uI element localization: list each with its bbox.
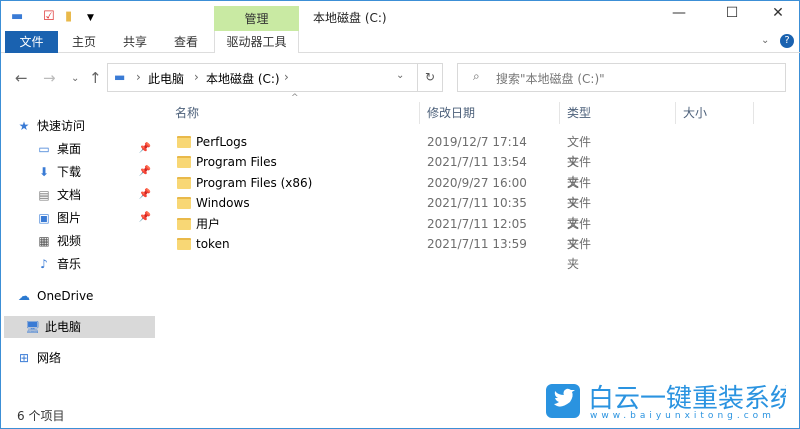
title-bar: ▬ ☑ ▮ ▼ 管理 本地磁盘 (C:) — ☐ ✕	[1, 1, 800, 32]
pin-icon: 📌	[138, 143, 151, 154]
folder-icon	[177, 176, 191, 189]
back-icon[interactable]: ←	[15, 69, 28, 87]
file-row[interactable]: Windows 2021/7/11 10:35 文件夹	[171, 193, 591, 230]
breadcrumb-drive[interactable]: 本地磁盘 (C:)	[206, 70, 280, 87]
collapse-ribbon-icon[interactable]: ⌄	[761, 35, 769, 46]
maximize-button[interactable]: ☐	[717, 5, 747, 21]
file-name: PerfLogs	[196, 135, 248, 149]
forward-icon[interactable]: →	[43, 69, 56, 87]
minimize-button[interactable]: —	[664, 5, 694, 21]
document-icon: ▤	[38, 188, 50, 202]
music-icon: ♪	[40, 257, 48, 271]
sidebar-item-this-pc[interactable]: 🖥 此电脑	[4, 316, 155, 338]
ribbon	[1, 31, 800, 53]
column-header-size[interactable]: 大小	[683, 102, 707, 124]
pin-icon: 📌	[138, 166, 151, 177]
chevron-right-icon: ›	[136, 70, 141, 84]
properties-icon[interactable]: ☑	[43, 9, 55, 24]
up-icon[interactable]: ↑	[89, 69, 102, 87]
column-divider[interactable]	[675, 102, 676, 124]
column-divider[interactable]	[559, 102, 560, 124]
file-name: Program Files (x86)	[196, 175, 313, 190]
tab-view[interactable]: 查看	[174, 31, 198, 53]
folder-icon	[177, 197, 191, 210]
sidebar-item-downloads[interactable]: ⬇ 下载 📌	[37, 161, 155, 183]
chevron-right-icon: ›	[284, 70, 289, 84]
window-title: 本地磁盘 (C:)	[313, 11, 387, 25]
desktop-icon: ▭	[38, 142, 50, 156]
drive-icon: ▬	[114, 70, 126, 84]
navigation-pane: ★ 快速访问 ▭ 桌面 📌 ⬇ 下载 📌 ▤ 文档 📌 ▣ 图片 📌 ▦ 视频 ♪ 音乐 ☁ OneDr…	[1, 101, 158, 406]
file-name: Windows	[196, 196, 250, 211]
help-icon[interactable]: ?	[780, 34, 794, 48]
tab-drive-tools[interactable]: 驱动器工具	[214, 31, 299, 53]
sidebar-item-desktop[interactable]: ▭ 桌面 📌	[37, 138, 155, 160]
refresh-button[interactable]: ↻	[417, 63, 443, 92]
sidebar-item-network[interactable]: ⊞ 网络	[17, 347, 155, 369]
chevron-right-icon: ›	[194, 70, 199, 84]
drive-icon: ▬	[11, 9, 24, 24]
picture-icon: ▣	[38, 211, 50, 225]
column-divider[interactable]	[419, 102, 420, 124]
download-icon: ⬇	[38, 165, 50, 179]
pin-icon: 📌	[138, 212, 151, 223]
file-date: 2021/7/11 13:54	[427, 155, 527, 170]
file-date: 2021/7/11 12:05	[427, 216, 527, 231]
sort-ascending-icon: ^	[291, 93, 299, 103]
computer-icon: 🖥	[25, 320, 41, 334]
sidebar-item-documents[interactable]: ▤ 文档 📌	[37, 184, 155, 206]
sidebar-item-music[interactable]: ♪ 音乐	[37, 253, 155, 275]
file-date: 2021/7/11 13:59	[427, 237, 527, 251]
address-dropdown-icon[interactable]: ⌄	[396, 70, 404, 81]
file-date: 2020/9/27 16:00	[427, 175, 527, 190]
sidebar-item-quick-access[interactable]: ★ 快速访问	[17, 115, 155, 137]
address-bar[interactable]: ▬ › 此电脑 › 本地磁盘 (C:) › ⌄	[107, 63, 443, 92]
search-icon: ⌕	[473, 69, 480, 83]
folder-icon	[177, 156, 191, 169]
folder-icon	[177, 217, 191, 230]
column-header-name[interactable]: 名称	[175, 102, 199, 124]
customize-qa-icon[interactable]: ▼	[87, 13, 94, 23]
file-date: 2021/7/11 10:35	[427, 196, 527, 211]
star-icon: ★	[18, 119, 30, 133]
file-row[interactable]: Program Files 2021/7/11 13:54 文件夹	[171, 152, 591, 189]
file-row[interactable]: PerfLogs 2019/12/7 17:14 文件夹	[171, 132, 591, 169]
file-date: 2019/12/7 17:14	[427, 135, 527, 149]
cloud-icon: ☁	[18, 289, 30, 303]
file-name: Program Files	[196, 155, 277, 170]
close-button[interactable]: ✕	[763, 5, 793, 21]
tab-share[interactable]: 共享	[123, 31, 147, 53]
breadcrumb-this-pc[interactable]: 此电脑	[148, 70, 184, 87]
network-icon: ⊞	[18, 351, 30, 365]
video-icon: ▦	[38, 234, 50, 248]
svg-text:白云一键重装系统: 白云一键重装系统	[588, 384, 786, 414]
sidebar-item-videos[interactable]: ▦ 视频	[37, 230, 155, 252]
sidebar-item-pictures[interactable]: ▣ 图片 📌	[37, 207, 155, 229]
column-divider[interactable]	[753, 102, 754, 124]
file-row[interactable]: 用户 2021/7/11 12:05 文件夹	[171, 214, 591, 251]
watermark-logo: 白云一键重装系统 www.baiyunxitong.com	[546, 382, 796, 421]
search-input[interactable]: 搜索"本地磁盘 (C:)"	[457, 63, 786, 92]
sidebar-item-onedrive[interactable]: ☁ OneDrive	[17, 285, 155, 307]
tab-home[interactable]: 主页	[72, 31, 96, 53]
pin-icon: 📌	[138, 189, 151, 200]
file-row[interactable]: Program Files (x86) 2020/9/27 16:00 文件夹	[171, 173, 591, 210]
context-tab-manage[interactable]: 管理	[214, 6, 299, 32]
recent-icon[interactable]: ⌄	[71, 73, 79, 84]
tab-file[interactable]: 文件	[5, 31, 58, 53]
file-row[interactable]: token 2021/7/11 13:59 文件夹	[171, 234, 591, 271]
new-folder-icon[interactable]: ▮	[65, 9, 72, 24]
column-header-type[interactable]: 类型	[567, 102, 591, 124]
svg-text:www.baiyunxitong.com: www.baiyunxitong.com	[590, 411, 775, 420]
file-name: 用户	[196, 216, 221, 231]
status-item-count: 6 个项目	[17, 409, 65, 423]
folder-icon	[177, 136, 191, 148]
column-header-date[interactable]: 修改日期	[427, 102, 475, 124]
folder-icon	[177, 238, 191, 250]
file-name: token	[196, 237, 230, 251]
file-type: 文件夹	[567, 237, 592, 271]
